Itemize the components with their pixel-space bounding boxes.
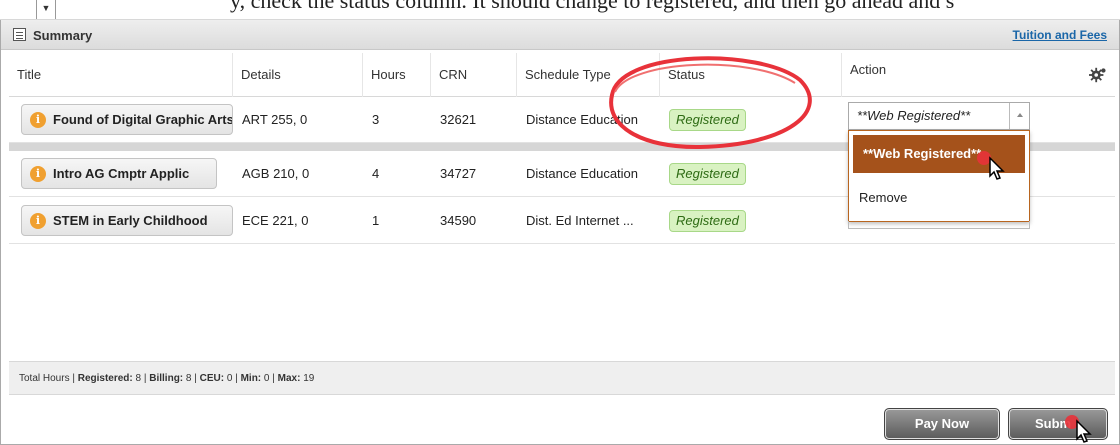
caption-text: y, check the status column. It should ch… [230,0,955,13]
column-header-status[interactable]: Status [659,53,841,97]
details-cell: ART 255, 0 [242,112,308,127]
action-select-value: **Web Registered** [857,108,971,123]
total-hours-bar: Total Hours | Registered: 8 | Billing: 8… [9,361,1115,395]
status-cell: Registered [659,198,841,244]
column-header-details[interactable]: Details [232,53,362,97]
status-cell: Registered [659,97,841,143]
course-title: Found of Digital Graphic Arts [53,112,233,127]
status-badge: Registered [669,210,746,232]
ceu-label: CEU: [199,373,225,384]
course-title-button[interactable]: i STEM in Early Childhood [21,205,233,236]
billing-value: 8 [185,373,192,384]
chevron-up-icon[interactable] [1009,103,1029,129]
ceu-value: 0 [226,373,233,384]
details-cell: AGB 210, 0 [242,166,310,181]
crn-cell: 34727 [440,166,477,181]
top-caption-strip: ▼ y, check the status column. It should … [0,0,1120,20]
details-cell: ECE 221, 0 [242,213,309,228]
pay-now-button[interactable]: Pay Now [884,408,1000,440]
action-select-underlay [848,221,1030,229]
gear-icon[interactable] [1089,66,1107,84]
info-icon: i [30,213,46,229]
status-badge: Registered [669,163,746,185]
tuition-and-fees-link[interactable]: Tuition and Fees [1013,28,1107,42]
crn-cell: 32621 [440,112,477,127]
hours-cell: 3 [372,112,380,127]
info-icon: i [30,166,46,182]
page: ▼ y, check the status column. It should … [0,0,1120,445]
table-header: Title Details Hours CRN Schedule Type St… [9,53,1115,97]
info-icon: i [30,112,46,128]
summary-icon [13,28,26,41]
panel-header: Summary Tuition and Fees [1,20,1119,50]
column-header-title[interactable]: Title [9,53,232,97]
cursor-pointer-icon [1065,415,1092,443]
crn-cell: 34590 [440,213,477,228]
total-hours-prefix: Total Hours | [19,373,78,384]
course-title-button[interactable]: i Intro AG Cmptr Applic [21,158,217,189]
max-label: Max: [277,373,301,384]
registered-label: Registered: [77,373,133,384]
course-title-button[interactable]: i Found of Digital Graphic Arts [21,104,233,135]
hours-cell: 4 [372,166,380,181]
column-header-crn[interactable]: CRN [430,53,516,97]
min-label: Min: [240,373,262,384]
collapse-tab[interactable]: ▼ [36,0,56,19]
schedule-type-cell: Distance Education [526,112,639,127]
column-header-hours[interactable]: Hours [362,53,430,97]
hours-cell: 1 [372,213,380,228]
course-title: Intro AG Cmptr Applic [53,166,190,181]
summary-panel: Summary Tuition and Fees Title Details H… [0,20,1120,445]
max-value: 19 [303,373,315,384]
schedule-type-cell: Dist. Ed Internet ... [526,213,634,228]
column-header-action[interactable]: Action [841,53,1071,97]
schedule-type-cell: Distance Education [526,166,639,181]
status-cell: Registered [659,151,841,197]
summary-table: Title Details Hours CRN Schedule Type St… [9,53,1115,244]
cursor-pointer-icon [977,151,1005,180]
min-value: 0 [263,373,270,384]
status-badge: Registered [669,109,746,131]
action-option-remove[interactable]: Remove [849,179,1029,217]
registered-value: 8 [135,373,142,384]
course-title: STEM in Early Childhood [53,213,208,228]
action-select[interactable]: **Web Registered** [848,102,1030,130]
panel-title: Summary [33,28,93,43]
column-header-schedule-type[interactable]: Schedule Type [516,53,659,97]
billing-label: Billing: [149,373,184,384]
